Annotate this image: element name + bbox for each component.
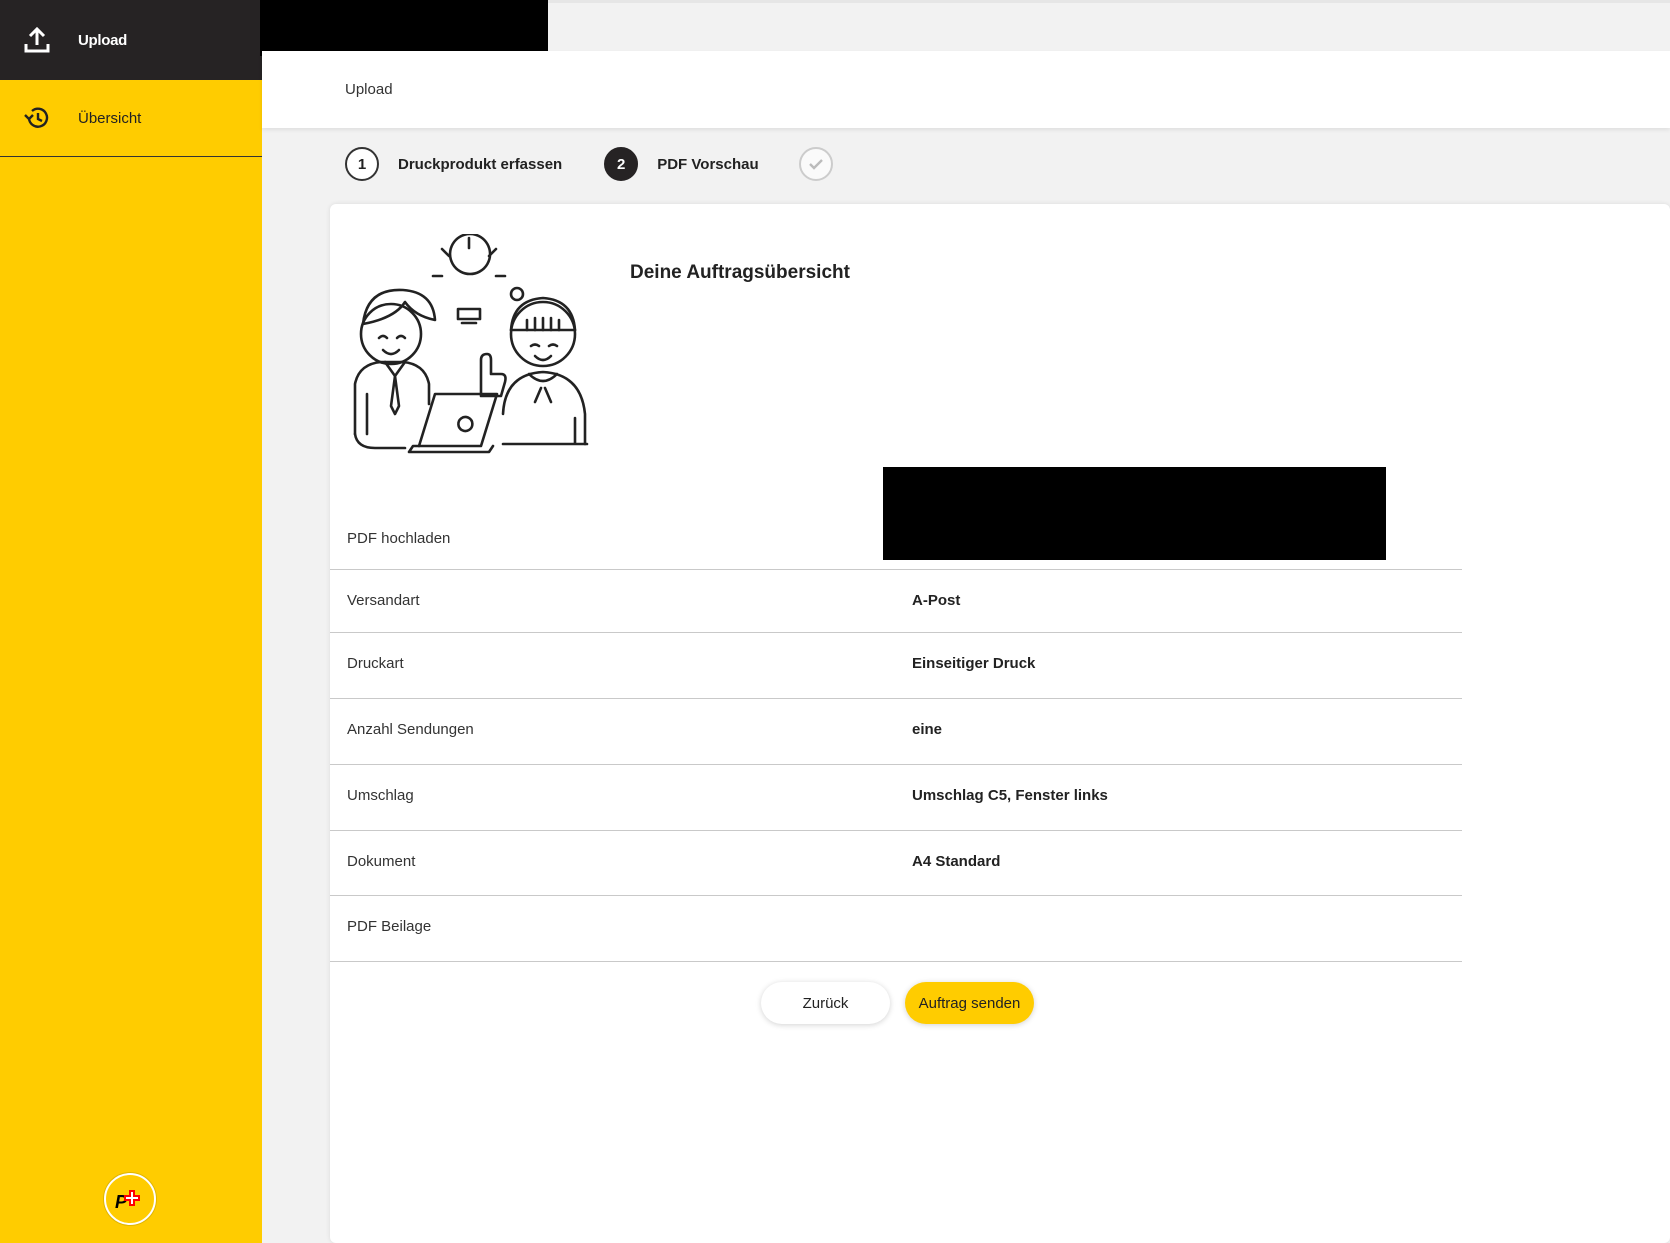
- row-label: Anzahl Sendungen: [347, 721, 474, 738]
- summary-row-dokument: Dokument A4 Standard: [330, 831, 1462, 896]
- page-header: Upload: [262, 51, 1670, 128]
- row-value: A-Post: [912, 592, 961, 609]
- summary-card: Deine Auftragsübersicht PDF hochladen Ve…: [330, 204, 1670, 1243]
- row-label: Dokument: [347, 853, 416, 870]
- summary-row-pdf-beilage: PDF Beilage: [330, 896, 1462, 962]
- sidebar-item-upload[interactable]: Upload: [0, 0, 262, 80]
- row-label: Umschlag: [347, 787, 414, 804]
- row-label: PDF hochladen: [347, 530, 451, 547]
- summary-title: Deine Auftragsübersicht: [630, 262, 850, 283]
- summary-row-umschlag: Umschlag Umschlag C5, Fenster links: [330, 765, 1462, 831]
- step-1-circle[interactable]: 1: [345, 147, 379, 181]
- step-2-label: PDF Vorschau: [657, 155, 759, 173]
- step-3-circle: [798, 147, 833, 181]
- summary-row-pdf-upload: PDF hochladen: [330, 464, 1462, 570]
- summary-row-druckart: Druckart Einseitiger Druck: [330, 633, 1462, 699]
- send-order-button[interactable]: Auftrag senden: [905, 982, 1034, 1024]
- sidebar-item-overview[interactable]: Übersicht: [0, 80, 262, 157]
- sidebar: Upload Übersicht P: [0, 0, 262, 1243]
- swiss-post-logo: P: [104, 1173, 156, 1225]
- sidebar-item-label: Upload: [78, 31, 128, 49]
- summary-row-versandart: Versandart A-Post: [330, 570, 1462, 633]
- teamwork-illustration: [345, 232, 597, 462]
- summary-row-anzahl: Anzahl Sendungen eine: [330, 699, 1462, 765]
- row-label: Druckart: [347, 655, 404, 672]
- row-value: eine: [912, 721, 943, 738]
- step-1-label: Druckprodukt erfassen: [398, 155, 563, 173]
- history-icon: [22, 103, 52, 133]
- row-value: Einseitiger Druck: [912, 655, 1036, 672]
- redacted-header-area: [260, 0, 548, 56]
- step-2-circle[interactable]: 2: [604, 147, 639, 181]
- row-value: Umschlag C5, Fenster links: [912, 787, 1108, 804]
- sidebar-item-label: Übersicht: [78, 109, 142, 127]
- row-label: Versandart: [347, 592, 420, 609]
- top-divider: [548, 0, 1670, 3]
- stepper: 1 Druckprodukt erfassen 2 PDF Vorschau: [345, 146, 833, 182]
- breadcrumb: Upload: [345, 81, 393, 98]
- checkmark-icon: [808, 159, 823, 170]
- row-value: A4 Standard: [912, 853, 1001, 870]
- back-button[interactable]: Zurück: [761, 982, 890, 1024]
- row-label: PDF Beilage: [347, 918, 432, 935]
- upload-icon: [22, 25, 52, 55]
- action-buttons: Zurück Auftrag senden: [761, 982, 1034, 1024]
